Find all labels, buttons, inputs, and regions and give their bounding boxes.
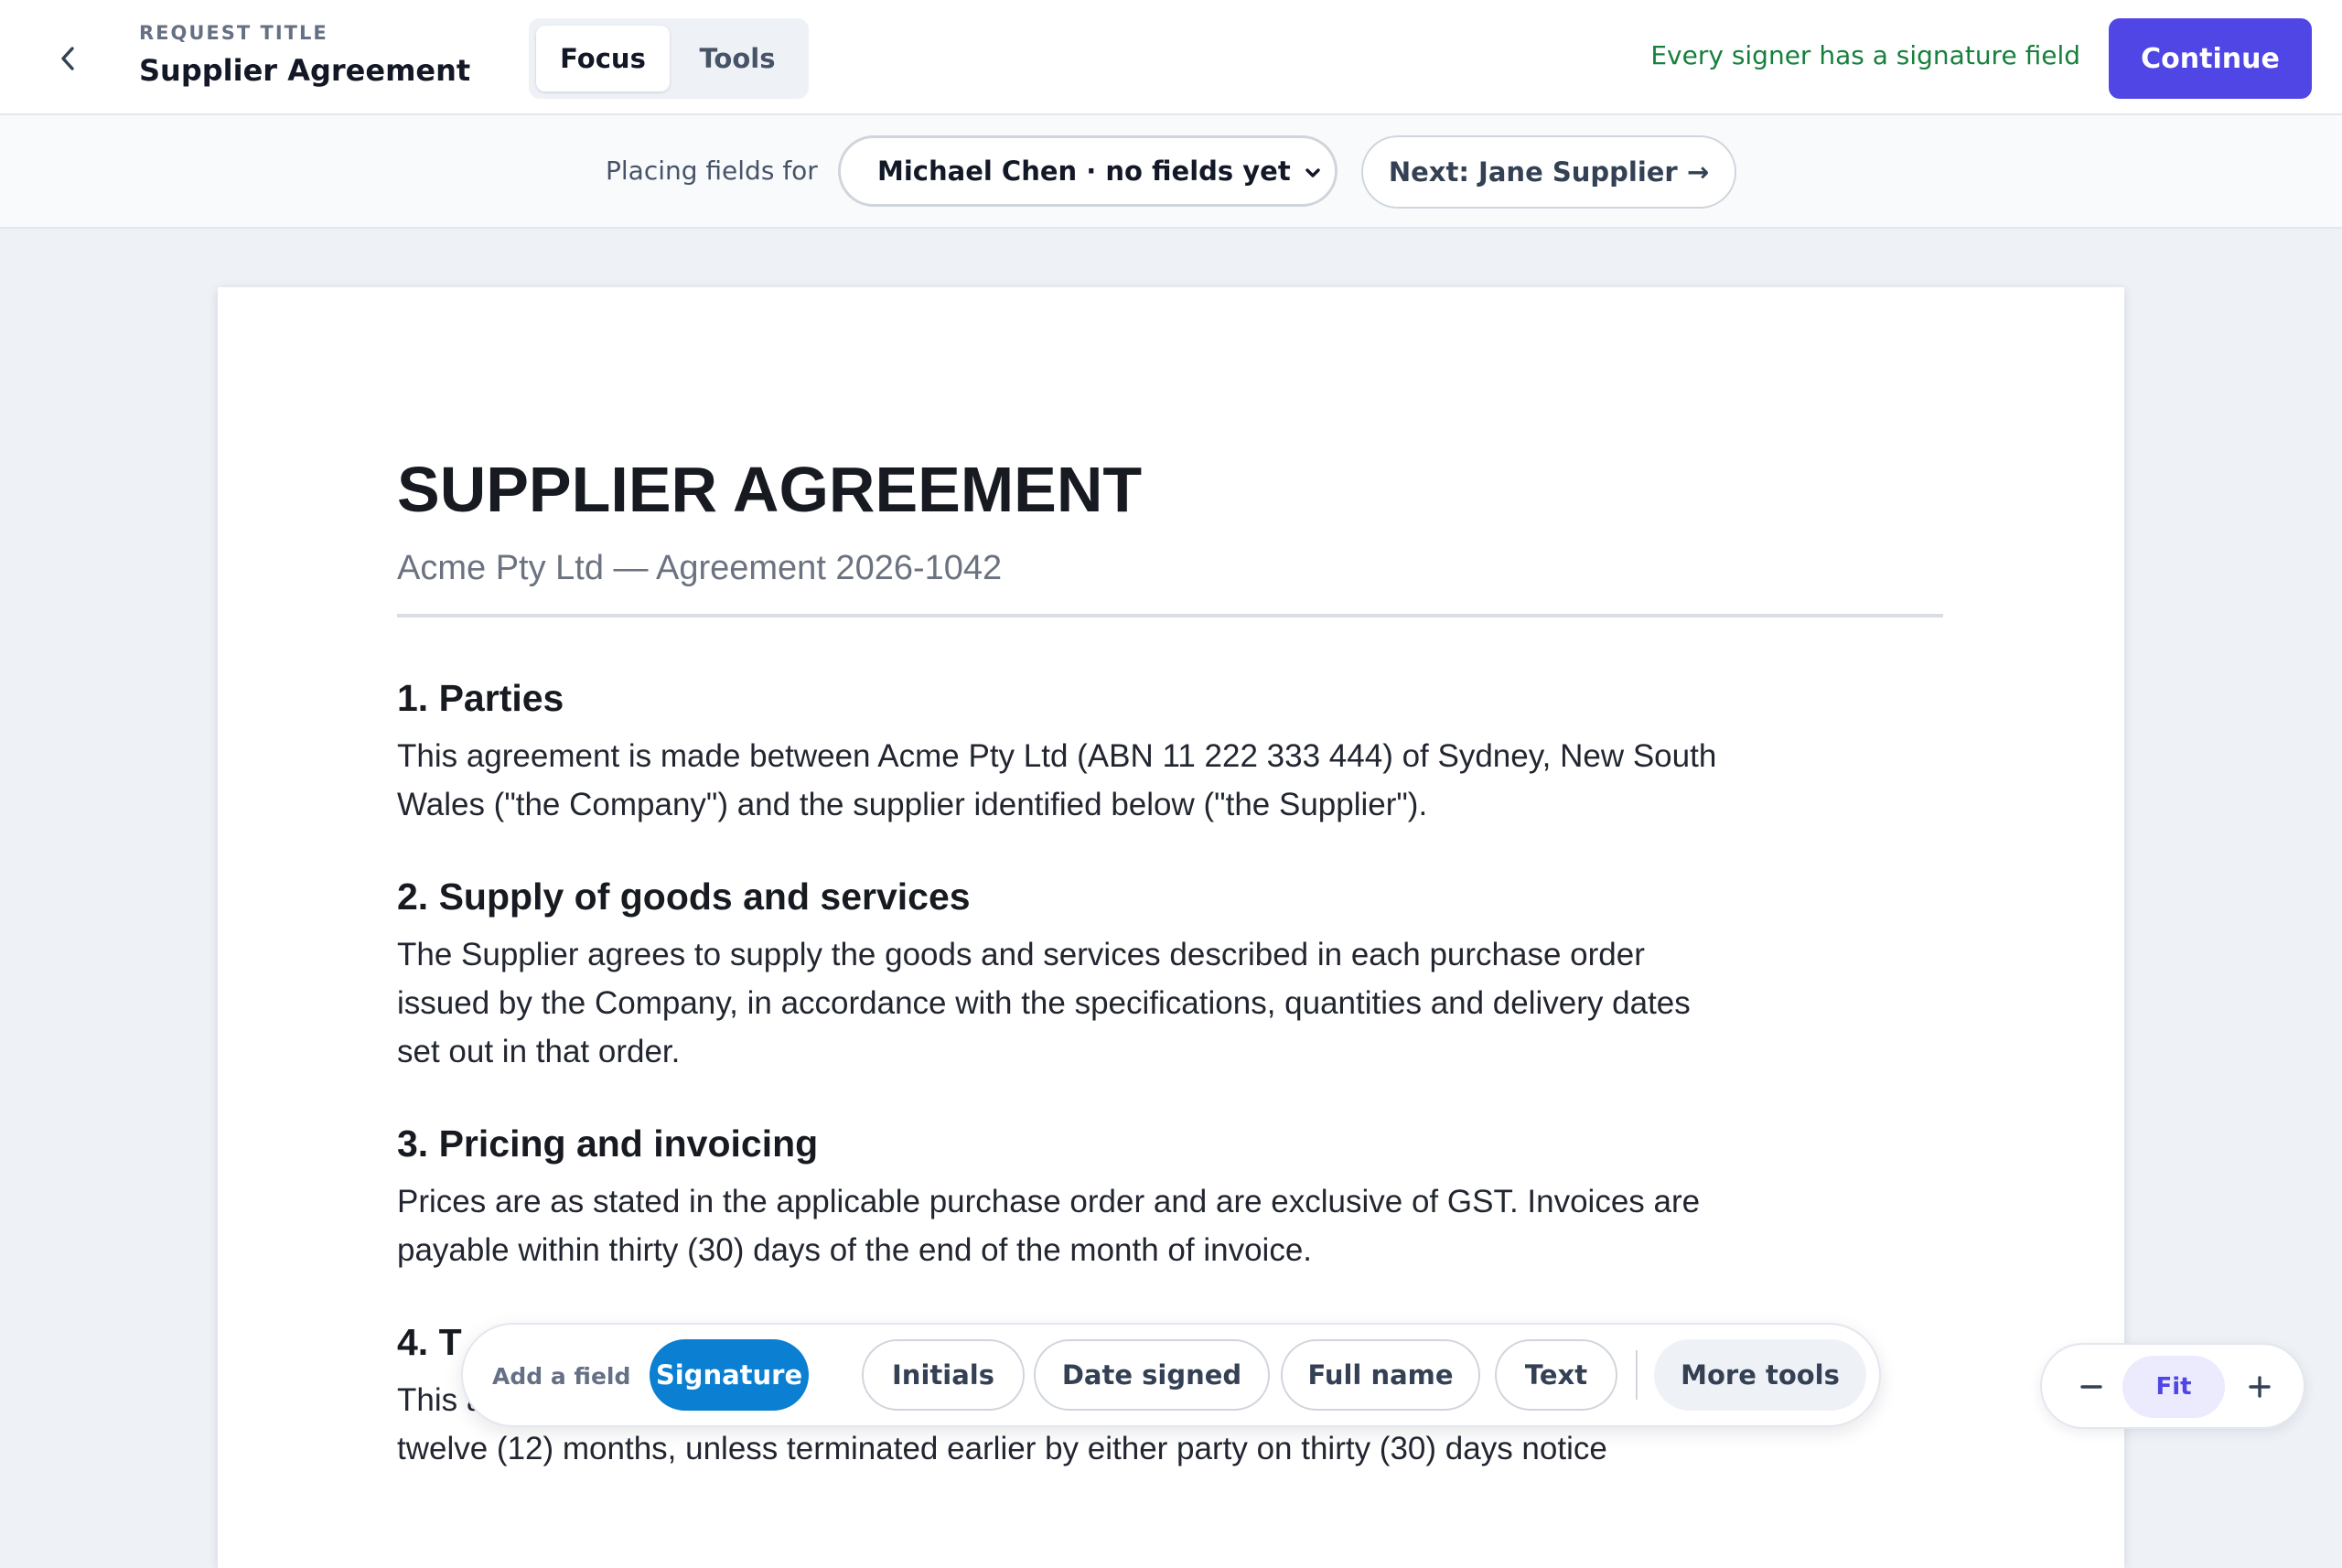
zoom-in-button[interactable] <box>2232 1359 2287 1414</box>
full-name-field-button[interactable]: Full name <box>1281 1339 1480 1411</box>
more-tools-button[interactable]: More tools <box>1654 1339 1866 1411</box>
signature-field-button[interactable]: Signature <box>650 1339 809 1411</box>
focus-mode-tab[interactable]: Focus <box>536 26 670 91</box>
chevron-left-icon <box>61 47 74 70</box>
zoom-out-button[interactable] <box>2064 1359 2119 1414</box>
toolbar-divider <box>1636 1350 1638 1400</box>
chevron-down-icon <box>1305 168 1320 177</box>
signature-status-text: Every signer has a signature field <box>1650 40 2080 70</box>
request-title-block: REQUEST TITLE Supplier Agreement <box>139 22 470 88</box>
document-content: SUPPLIER AGREEMENT Acme Pty Ltd — Agreem… <box>397 457 1943 1473</box>
section-body-partial-line: twelve (12) months, unless terminated ea… <box>397 1431 1607 1466</box>
next-signer-button[interactable]: Next: Jane Supplier → <box>1361 135 1736 209</box>
text-field-button[interactable]: Text <box>1495 1339 1617 1411</box>
zoom-fit-button[interactable]: Fit <box>2122 1356 2225 1418</box>
section-supply: 2. Supply of goods and services The Supp… <box>397 878 1943 1076</box>
date-signed-field-button[interactable]: Date signed <box>1034 1339 1270 1411</box>
request-title-label: REQUEST TITLE <box>139 22 328 44</box>
signer-select[interactable]: Michael Chen · no fields yet <box>838 135 1338 207</box>
initials-field-button[interactable]: Initials <box>862 1339 1025 1411</box>
document-subtitle: Acme Pty Ltd — Agreement 2026-1042 <box>397 549 1003 587</box>
section-heading: 3. Pricing and invoicing <box>397 1122 819 1165</box>
minus-icon <box>2080 1385 2102 1389</box>
back-button[interactable] <box>46 37 90 81</box>
signer-bar: Placing fields for Michael Chen · no fie… <box>0 115 2342 229</box>
zoom-control: Fit <box>2040 1343 2305 1429</box>
plus-icon <box>2249 1376 2271 1398</box>
top-header: REQUEST TITLE Supplier Agreement Focus T… <box>0 0 2342 115</box>
add-field-toolbar: Add a field Signature Initials Date sign… <box>461 1323 1881 1427</box>
mode-switch: Focus Tools <box>529 18 809 99</box>
section-heading: 2. Supply of goods and services <box>397 875 971 918</box>
document-divider <box>397 614 1943 618</box>
continue-button[interactable]: Continue <box>2109 18 2312 99</box>
placing-fields-label: Placing fields for <box>606 156 818 186</box>
section-parties: 1. Parties This agreement is made betwee… <box>397 680 1943 829</box>
section-body: This agreement is made between Acme Pty … <box>397 738 1717 822</box>
section-pricing: 3. Pricing and invoicing Prices are as s… <box>397 1125 1943 1274</box>
request-title[interactable]: Supplier Agreement <box>139 53 470 88</box>
section-heading: 1. Parties <box>397 677 564 719</box>
section-body: The Supplier agrees to supply the goods … <box>397 937 1691 1069</box>
selected-signer-value: Michael Chen · no fields yet <box>877 156 1291 187</box>
add-field-label: Add a field <box>492 1363 631 1390</box>
document-title: SUPPLIER AGREEMENT <box>397 454 1143 525</box>
tools-mode-tab[interactable]: Tools <box>673 26 801 91</box>
section-body: Prices are as stated in the applicable p… <box>397 1184 1701 1268</box>
